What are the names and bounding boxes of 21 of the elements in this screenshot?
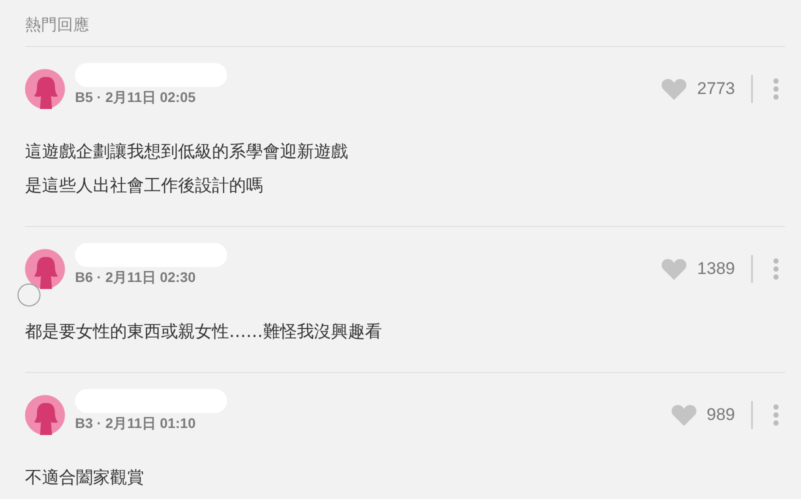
comment-text: 不適合闔家觀賞 (25, 467, 144, 490)
heart-icon[interactable] (661, 258, 688, 280)
post-meta: B3 · 2月11日 01:10 (75, 415, 197, 433)
like-count: 1389 (697, 259, 735, 279)
comment-text: 是這些人出社會工作後設計的嗎 (25, 175, 263, 198)
more-options-icon[interactable] (773, 258, 779, 280)
avatar (25, 395, 65, 435)
comment-text: 都是要女性的東西或親女性……難怪我沒興趣看 (25, 321, 382, 344)
touch-indicator-icon (17, 283, 41, 307)
post-meta: B5 · 2月11日 02:05 (75, 89, 197, 107)
comment-text: 這遊戲企劃讓我想到低級的系學會迎新遊戲 (25, 141, 348, 164)
like-count: 2773 (697, 79, 735, 99)
like-count: 989 (706, 405, 735, 425)
heart-icon[interactable] (661, 78, 688, 100)
heart-icon[interactable] (670, 404, 697, 426)
avatar (25, 249, 65, 289)
more-options-icon[interactable] (773, 404, 779, 426)
post-meta: B6 · 2月11日 02:30 (75, 269, 197, 287)
section-title: 熱門回應 (25, 14, 89, 36)
more-options-icon[interactable] (773, 78, 779, 100)
avatar (25, 69, 65, 109)
